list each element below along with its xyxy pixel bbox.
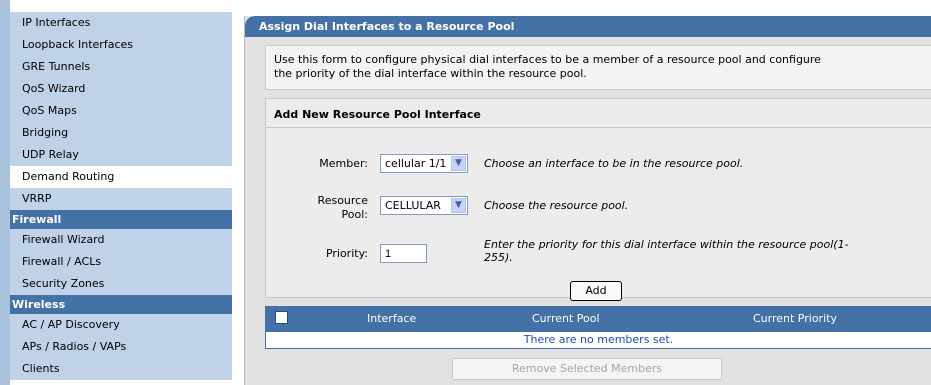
sidebar-item-loopback-interfaces[interactable]: Loopback Interfaces <box>10 34 232 56</box>
description-line-1: Use this form to configure physical dial… <box>274 53 821 66</box>
member-label: Member: <box>319 157 368 170</box>
resource-pool-label-line-1: Resource <box>317 194 368 207</box>
column-header-current-pool: Current Pool <box>532 312 600 325</box>
sidebar-item-aps-radios-vaps[interactable]: APs / Radios / VAPs <box>10 336 232 358</box>
sidebar-item-ip-interfaces[interactable]: IP Interfaces <box>10 12 232 34</box>
add-button[interactable]: Add <box>570 281 622 301</box>
priority-hint: Enter the priority for this dial interfa… <box>484 238 924 264</box>
chevron-down-icon[interactable]: ▼ <box>451 156 466 171</box>
chevron-down-icon[interactable]: ▼ <box>451 198 466 213</box>
sidebar-item-firewall-acls[interactable]: Firewall / ACLs <box>10 251 232 273</box>
add-pool-interface-form: Add New Resource Pool Interface Member: … <box>265 98 931 301</box>
member-select-value: cellular 1/1 <box>385 157 447 170</box>
priority-input[interactable] <box>380 244 427 263</box>
resource-pool-select[interactable]: CELLULAR ▼ <box>380 196 468 215</box>
member-select[interactable]: cellular 1/1 ▼ <box>380 154 468 173</box>
panel-title-text: Assign Dial Interfaces to a Resource Poo… <box>259 20 515 33</box>
priority-label: Priority: <box>325 247 368 260</box>
sidebar-heading-wireless: Wireless <box>10 295 232 314</box>
priority-hint-line-2: 255). <box>484 251 513 264</box>
description-line-2: the priority of the dial interface withi… <box>274 67 587 80</box>
form-description: Use this form to configure physical dial… <box>265 45 931 90</box>
sidebar-item-qos-maps[interactable]: QoS Maps <box>10 100 232 122</box>
sidebar-item-udp-relay[interactable]: UDP Relay <box>10 144 232 166</box>
sidebar-item-clients[interactable]: Clients <box>10 358 232 380</box>
form-divider <box>266 127 931 128</box>
sidebar-item-ac-ap-discovery[interactable]: AC / AP Discovery <box>10 314 232 336</box>
panel-title: Assign Dial Interfaces to a Resource Poo… <box>245 16 931 37</box>
resource-pool-label-line-2: Pool: <box>341 208 368 221</box>
resource-pool-label: Resource Pool: <box>286 194 368 222</box>
sidebar-strip <box>0 0 10 385</box>
sidebar-nav: IP Interfaces Loopback Interfaces GRE Tunn… <box>0 0 232 385</box>
sidebar-item-bridging[interactable]: Bridging <box>10 122 232 144</box>
members-empty-message: There are no members set. <box>265 331 931 349</box>
sidebar-item-qos-wizard[interactable]: QoS Wizard <box>10 78 232 100</box>
sidebar-heading-firewall: Firewall <box>10 210 232 229</box>
remove-selected-members-button[interactable]: Remove Selected Members <box>452 358 722 380</box>
sidebar-item-gre-tunnels[interactable]: GRE Tunnels <box>10 56 232 78</box>
column-header-current-priority: Current Priority <box>753 312 837 325</box>
sidebar-item-security-zones[interactable]: Security Zones <box>10 273 232 295</box>
priority-hint-line-1: Enter the priority for this dial interfa… <box>484 238 849 251</box>
resource-pool-select-value: CELLULAR <box>385 199 441 212</box>
sidebar-item-demand-routing[interactable]: Demand Routing <box>10 166 232 188</box>
main-panel: Assign Dial Interfaces to a Resource Poo… <box>244 16 931 385</box>
select-all-checkbox[interactable] <box>275 311 288 324</box>
sidebar-item-vrrp[interactable]: VRRP <box>10 188 232 210</box>
resource-pool-hint: Choose the resource pool. <box>484 199 629 212</box>
sidebar-list: IP Interfaces Loopback Interfaces GRE Tunn… <box>10 12 232 380</box>
sidebar-item-firewall-wizard[interactable]: Firewall Wizard <box>10 229 232 251</box>
form-title: Add New Resource Pool Interface <box>274 108 481 121</box>
column-header-interface: Interface <box>367 312 417 325</box>
members-table-header: Interface Current Pool Current Priority <box>265 306 931 331</box>
member-hint: Choose an interface to be in the resourc… <box>484 157 744 170</box>
